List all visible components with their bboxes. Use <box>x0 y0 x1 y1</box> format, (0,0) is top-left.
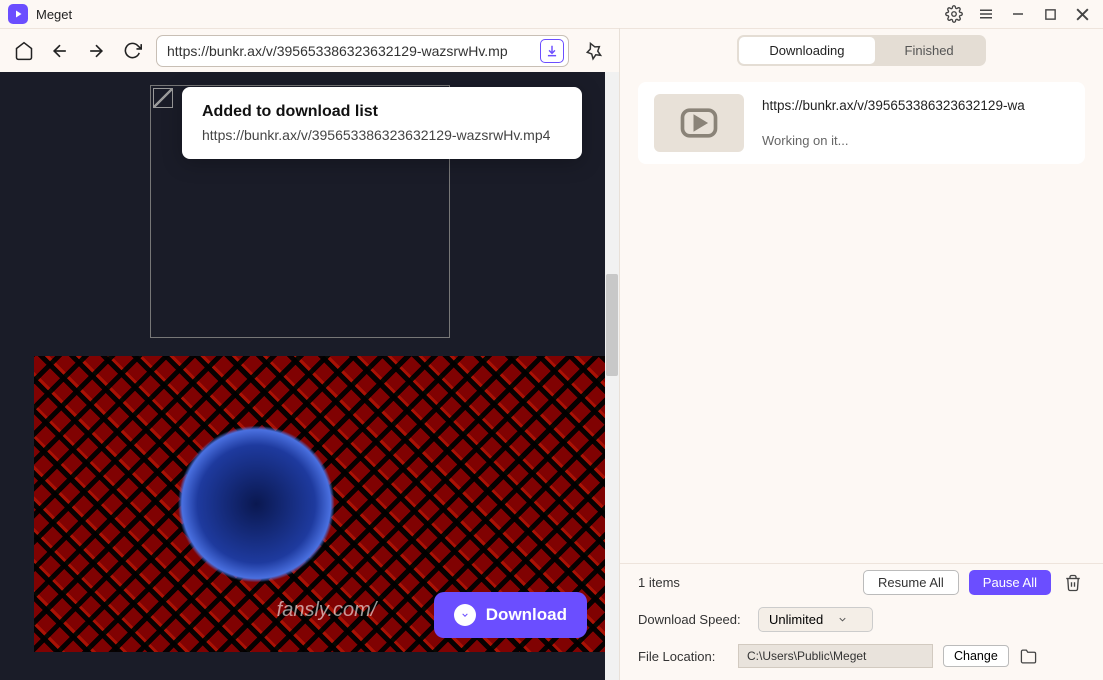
home-button[interactable] <box>12 39 36 63</box>
forward-button[interactable] <box>84 39 108 63</box>
delete-button[interactable] <box>1061 571 1085 595</box>
scrollbar-thumb[interactable] <box>606 274 618 376</box>
pause-all-button[interactable]: Pause All <box>969 570 1051 595</box>
watermark-text: fansly.com/ <box>277 599 377 622</box>
downloads-pane: Downloading Finished https://bunkr.ax/v/… <box>620 28 1103 680</box>
change-location-button[interactable]: Change <box>943 645 1009 667</box>
tab-finished[interactable]: Finished <box>875 37 984 64</box>
menu-icon[interactable] <box>973 1 999 27</box>
reload-button[interactable] <box>120 39 144 63</box>
broken-image-icon <box>153 88 173 108</box>
item-url: https://bunkr.ax/v/395653386323632129-wa <box>762 98 1069 113</box>
app-logo-icon <box>8 4 28 24</box>
settings-icon[interactable] <box>941 1 967 27</box>
maximize-button[interactable] <box>1037 1 1063 27</box>
download-url-button[interactable] <box>540 39 564 63</box>
download-button[interactable]: Download <box>434 592 587 638</box>
download-item[interactable]: https://bunkr.ax/v/395653386323632129-wa… <box>638 82 1085 164</box>
url-input[interactable] <box>167 43 540 59</box>
location-label: File Location: <box>638 649 728 664</box>
browser-viewport[interactable]: Added to download list https://bunkr.ax/… <box>0 72 619 680</box>
close-button[interactable] <box>1069 1 1095 27</box>
items-count: 1 items <box>638 575 680 590</box>
speed-select[interactable]: Unlimited <box>758 607 873 632</box>
location-input[interactable] <box>738 644 933 668</box>
item-status: Working on it... <box>762 133 1069 148</box>
minimize-button[interactable] <box>1005 1 1031 27</box>
speed-value: Unlimited <box>769 612 823 627</box>
pin-button[interactable] <box>581 38 607 64</box>
notification-toast: Added to download list https://bunkr.ax/… <box>182 87 582 159</box>
back-button[interactable] <box>48 39 72 63</box>
download-button-label: Download <box>486 605 567 625</box>
app-title: Meget <box>36 7 72 22</box>
resume-all-button[interactable]: Resume All <box>863 570 959 595</box>
open-folder-button[interactable] <box>1019 646 1039 666</box>
speed-label: Download Speed: <box>638 612 748 627</box>
notification-title: Added to download list <box>202 103 562 121</box>
item-thumbnail <box>654 94 744 152</box>
download-button-icon <box>454 604 476 626</box>
tab-downloading[interactable]: Downloading <box>739 37 874 64</box>
browser-pane: Added to download list https://bunkr.ax/… <box>0 28 620 680</box>
scrollbar[interactable] <box>605 72 619 680</box>
notification-url: https://bunkr.ax/v/395653386323632129-wa… <box>202 127 562 143</box>
